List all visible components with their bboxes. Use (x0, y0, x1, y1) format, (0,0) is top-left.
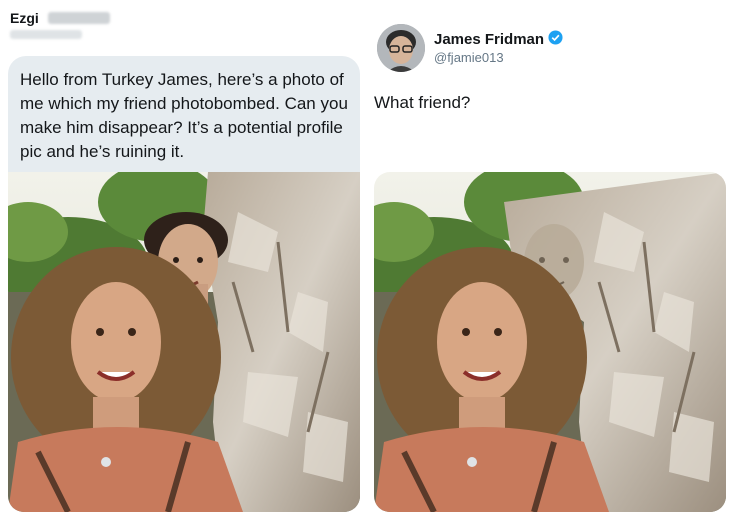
verified-badge-icon (548, 30, 563, 49)
avatar[interactable] (377, 24, 425, 72)
left-author-name[interactable]: Ezgi (10, 10, 39, 26)
blurred-handle (10, 30, 82, 39)
author-name-row[interactable]: James Fridman (434, 30, 563, 49)
reply-text: What friend? (374, 93, 471, 112)
message-bubble: Hello from Turkey James, here’s a photo … (8, 56, 360, 172)
author-handle[interactable]: @fjamie013 (434, 50, 504, 65)
edited-photo[interactable] (374, 172, 726, 512)
blurred-surname (48, 12, 110, 24)
message-text: Hello from Turkey James, here’s a photo … (20, 70, 348, 161)
author-name[interactable]: James Fridman (434, 31, 544, 48)
original-photo[interactable] (8, 172, 360, 512)
